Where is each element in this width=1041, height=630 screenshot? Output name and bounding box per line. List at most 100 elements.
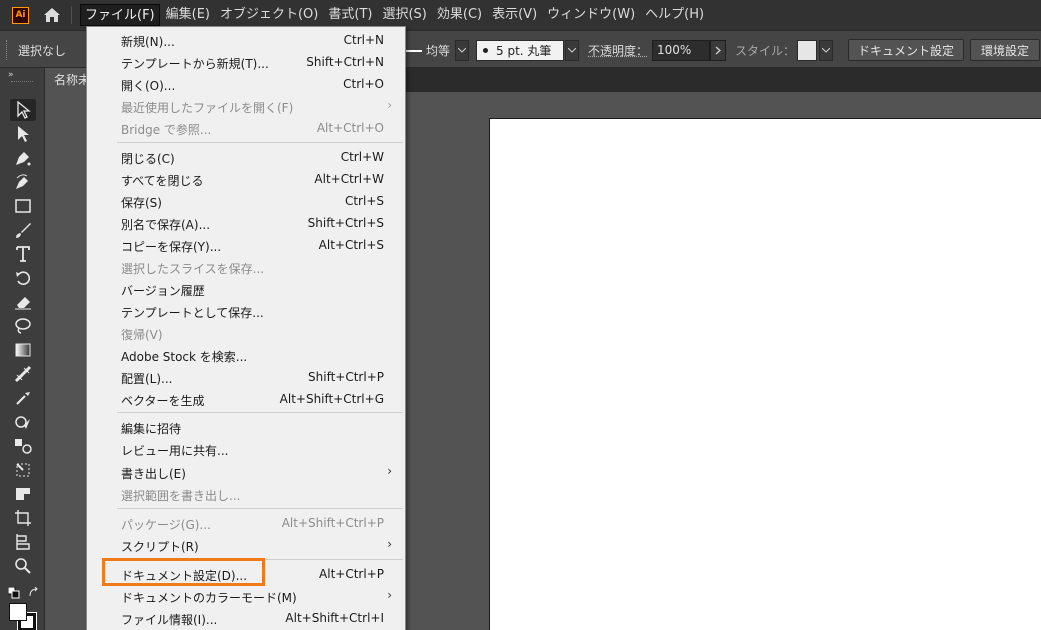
- menu-view[interactable]: 表示(V): [488, 4, 541, 26]
- opacity-expand-button[interactable]: [710, 40, 726, 61]
- menu-item-save-selected-slices[interactable]: 選択したスライスを保存...: [88, 256, 404, 278]
- stroke-profile-dropdown-button[interactable]: [455, 40, 469, 61]
- menu-separator: [117, 412, 403, 413]
- menu-item-search-adobe-stock[interactable]: Adobe Stock を検索...: [88, 344, 404, 366]
- symbol-sprayer-tool-icon[interactable]: [10, 531, 36, 553]
- menu-item-new[interactable]: 新規(N)... Ctrl+N: [88, 29, 404, 51]
- menu-item-close[interactable]: 閉じる(C) Ctrl+W: [88, 146, 404, 168]
- brush-dropdown-button[interactable]: [565, 40, 579, 61]
- illustrator-window: Ai ファイル(F) 編集(E) オブジェクト(O) 書式(T) 選択(S) 効…: [0, 0, 1041, 630]
- menu-item-shortcut: Ctrl+W: [340, 150, 384, 164]
- menu-item-shortcut: Alt+Shift+Ctrl+I: [285, 611, 384, 625]
- menu-item-label: バージョン履歴: [121, 284, 205, 298]
- menu-item-package[interactable]: パッケージ(G)... Alt+Shift+Ctrl+P: [88, 512, 404, 534]
- menu-item-open-recent[interactable]: 最近使用したファイルを開く(F) ›: [88, 95, 404, 117]
- menu-item-scripts[interactable]: スクリプト(R) ›: [88, 534, 404, 556]
- menu-item-save-as[interactable]: 別名で保存(A)... Shift+Ctrl+S: [88, 212, 404, 234]
- menu-effect[interactable]: 効果(C): [433, 4, 486, 26]
- menu-item-share-for-review[interactable]: レビュー用に共有...: [88, 438, 404, 460]
- menu-item-shortcut: Alt+Shift+Ctrl+G: [279, 392, 384, 406]
- menu-window[interactable]: ウィンドウ(W): [543, 4, 639, 26]
- menu-item-label: 開く(O)...: [121, 79, 176, 93]
- lasso-tool-icon[interactable]: [10, 315, 36, 337]
- blend-tool-icon[interactable]: [10, 435, 36, 457]
- menu-item-file-info[interactable]: ファイル情報(I)... Alt+Shift+Ctrl+I: [88, 607, 404, 629]
- artboard[interactable]: [489, 118, 1041, 630]
- opacity-label[interactable]: 不透明度：: [588, 42, 648, 59]
- menu-item-place[interactable]: 配置(L)... Shift+Ctrl+P: [88, 366, 404, 388]
- menu-item-close-all[interactable]: すべてを閉じる Alt+Ctrl+W: [88, 168, 404, 190]
- tools-panel: »: [0, 68, 45, 630]
- menu-help[interactable]: ヘルプ(H): [641, 4, 708, 26]
- menu-item-shortcut: Shift+Ctrl+S: [307, 216, 384, 230]
- rotate-tool-icon[interactable]: [10, 267, 36, 289]
- shape-builder-tool-icon[interactable]: [10, 411, 36, 433]
- graphic-style-swatch[interactable]: [797, 40, 817, 61]
- menu-item-save[interactable]: 保存(S) Ctrl+S: [88, 190, 404, 212]
- menu-item-generate-vectors[interactable]: ベクターを生成 Alt+Shift+Ctrl+G: [88, 388, 404, 410]
- document-settings-button[interactable]: ドキュメント設定: [848, 39, 964, 61]
- menu-item-browse-in-bridge[interactable]: Bridge で参照... Alt+Ctrl+O: [88, 117, 404, 139]
- menu-item-label: 閉じる(C): [121, 152, 175, 166]
- fill-color-swatch[interactable]: [9, 603, 27, 621]
- menu-item-shortcut: Ctrl+S: [344, 194, 384, 208]
- default-colors-icon[interactable]: [7, 584, 20, 603]
- menu-item-shortcut: Alt+Ctrl+W: [314, 172, 384, 186]
- eyedropper-tool-icon[interactable]: [10, 387, 36, 409]
- graph-tool-icon[interactable]: [10, 483, 36, 505]
- submenu-arrow-icon: ›: [387, 98, 392, 112]
- menu-item-export[interactable]: 書き出し(E) ›: [88, 461, 404, 483]
- menu-item-export-selection[interactable]: 選択範囲を書き出し...: [88, 483, 404, 505]
- menubar-divider: [71, 6, 72, 24]
- artboard-tool-icon[interactable]: [10, 507, 36, 529]
- rectangle-tool-icon[interactable]: [10, 195, 36, 217]
- swap-colors-icon[interactable]: [28, 584, 40, 603]
- opacity-input[interactable]: 100%: [652, 40, 710, 61]
- panel-grip[interactable]: [6, 40, 9, 60]
- home-icon[interactable]: [41, 4, 63, 26]
- menu-item-save-as-template[interactable]: テンプレートとして保存...: [88, 300, 404, 322]
- menu-item-label: ファイル情報(I)...: [121, 613, 218, 627]
- menu-item-save-copy[interactable]: コピーを保存(Y)... Alt+Ctrl+S: [88, 234, 404, 256]
- menu-item-shortcut: Ctrl+O: [343, 77, 384, 91]
- submenu-arrow-icon: ›: [387, 464, 392, 478]
- graphic-style-dropdown-button[interactable]: [819, 40, 833, 61]
- zoom-tool-icon[interactable]: [10, 555, 36, 577]
- file-menu-dropdown: 新規(N)... Ctrl+N テンプレートから新規(T)... Shift+Ctr…: [86, 26, 406, 630]
- menu-item-open[interactable]: 開く(O)... Ctrl+O: [88, 73, 404, 95]
- menu-item-version-history[interactable]: バージョン履歴: [88, 278, 404, 300]
- pen-tool-icon[interactable]: [10, 147, 36, 169]
- menu-item-label: 別名で保存(A)...: [121, 218, 211, 232]
- paintbrush-tool-icon[interactable]: [10, 219, 36, 241]
- document-tab[interactable]: 名称未: [45, 68, 87, 92]
- menu-item-label: Bridge で参照...: [121, 123, 212, 137]
- eraser-tool-icon[interactable]: [10, 291, 36, 313]
- stroke-profile-select[interactable]: 均等: [406, 40, 454, 61]
- curvature-tool-icon[interactable]: [10, 171, 36, 193]
- preferences-button[interactable]: 環境設定: [970, 39, 1040, 61]
- menu-item-shortcut: Alt+Ctrl+S: [318, 238, 384, 252]
- menu-item-label: テンプレートから新規(T)...: [121, 57, 269, 71]
- brush-definition-select[interactable]: 5 pt. 丸筆: [476, 40, 564, 61]
- menu-type[interactable]: 書式(T): [324, 4, 376, 26]
- type-tool-icon[interactable]: [10, 243, 36, 265]
- width-tool-icon[interactable]: [10, 363, 36, 385]
- menu-item-label: ドキュメントのカラーモード(M): [121, 591, 297, 605]
- selection-tool-icon[interactable]: [10, 99, 36, 121]
- menu-item-label: すべてを閉じる: [121, 174, 204, 188]
- menu-object[interactable]: オブジェクト(O): [216, 4, 322, 26]
- menu-select[interactable]: 選択(S): [378, 4, 430, 26]
- collapse-chevron-icon[interactable]: »: [8, 70, 14, 80]
- tools-grip[interactable]: [11, 81, 33, 84]
- direct-selection-tool-icon[interactable]: [10, 123, 36, 145]
- menu-item-new-from-template[interactable]: テンプレートから新規(T)... Shift+Ctrl+N: [88, 51, 404, 73]
- free-transform-tool-icon[interactable]: [10, 459, 36, 481]
- menu-item-label: 選択したスライスを保存...: [121, 262, 265, 276]
- menu-item-revert[interactable]: 復帰(V): [88, 322, 404, 344]
- brush-dot-icon: [483, 48, 488, 53]
- menu-file[interactable]: ファイル(F): [80, 4, 160, 26]
- menu-item-invite-to-edit[interactable]: 編集に招待: [88, 416, 404, 438]
- menu-item-document-color-mode[interactable]: ドキュメントのカラーモード(M) ›: [88, 585, 404, 607]
- gradient-tool-icon[interactable]: [10, 339, 36, 361]
- menu-edit[interactable]: 編集(E): [162, 4, 214, 26]
